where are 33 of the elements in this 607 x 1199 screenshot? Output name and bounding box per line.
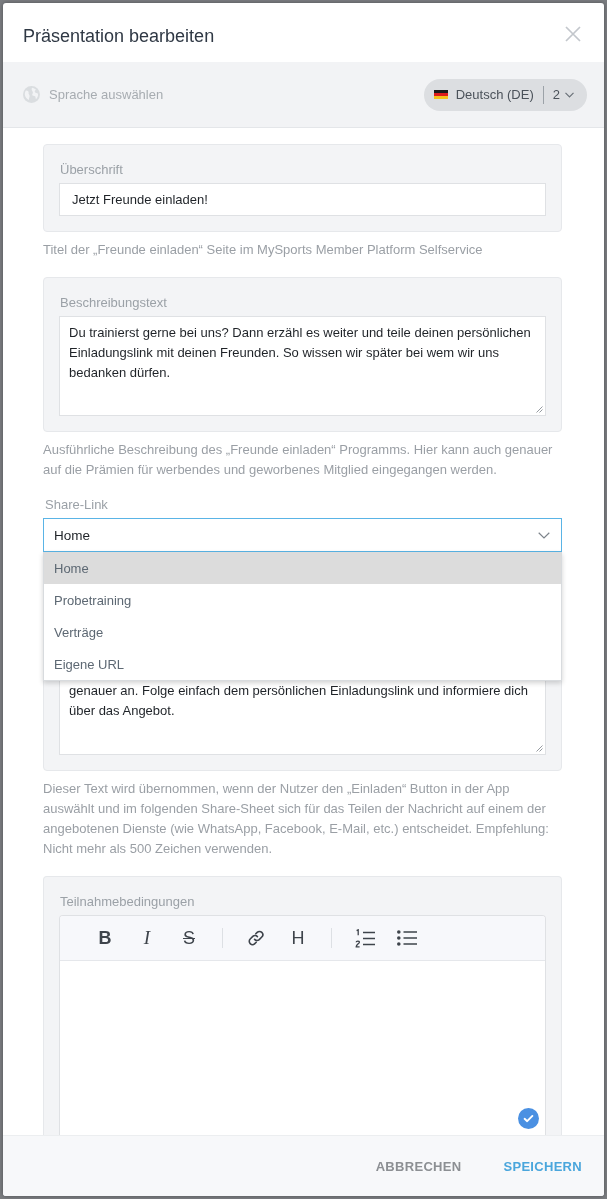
globe-icon [23, 86, 40, 103]
help-text: Dieser Text wird übernommen, wenn der Nutzer den „Einladen“ Button in der App auswählt und im folgenden Share-Sheet sich für das Teilen der Nachricht auf einem der angebotenen Dienste (wie WhatsApp, Facebook, E-Mail, etc.) entscheidet. Empfehlung: Nicht mehr als 500 Zeichen verwenden. [43, 780, 550, 858]
close-icon[interactable] [565, 25, 581, 42]
resize-handle-icon[interactable] [536, 745, 543, 752]
dropdown-option[interactable]: Probetraining [44, 584, 561, 616]
field-label: Beschreibungstext [60, 295, 168, 311]
dropdown-option[interactable]: Home [44, 552, 561, 584]
share-link-select[interactable]: Home [43, 518, 562, 552]
bold-button[interactable]: B [91, 924, 119, 952]
field-label: Überschrift [60, 162, 124, 178]
italic-button[interactable]: I [133, 924, 161, 952]
check-circle-icon[interactable] [518, 1108, 539, 1129]
bullet-list-icon[interactable] [397, 930, 417, 946]
chevron-down-icon [565, 91, 574, 98]
dropdown-option[interactable]: Verträge [44, 616, 561, 648]
resize-handle-icon[interactable] [536, 406, 543, 413]
language-selector[interactable]: Deutsch (DE) 2 [423, 78, 587, 111]
dialog-title: Präsentation bearbeiten [23, 25, 215, 47]
translation-count: 2 [552, 87, 560, 102]
help-text: Titel der „Freunde einladen“ Seite im MySports Member Platform Selfservice [43, 241, 484, 259]
chevron-down-icon [538, 531, 550, 539]
language-name: Deutsch (DE) [455, 87, 534, 102]
text-input[interactable]: Jetzt Freunde einladen! [59, 183, 546, 216]
language-prompt: Sprache auswählen [49, 87, 165, 102]
field-label: Share-Link [45, 497, 109, 513]
numbered-list-icon[interactable] [355, 928, 375, 948]
help-text: Ausführliche Beschreibung des „Freunde einladen“ Programms. Hier kann auch genauer auf die Prämien für werbendes und geworbenes Mitglied eingegangen werden. [43, 441, 554, 479]
text-area[interactable]: Du trainierst gerne bei uns? Dann erzähl es weiter und teile deinen persönlichen Einladungslink mit deinen Freunden. So wissen wir später bei wem wir uns bedanken dürfen. [59, 316, 546, 416]
heading-button[interactable]: H [284, 924, 312, 952]
field-label: Teilnahmebedingungen [60, 894, 196, 910]
strikethrough-button[interactable]: S [175, 924, 203, 952]
flag-icon [433, 89, 448, 100]
link-icon[interactable] [247, 929, 265, 947]
